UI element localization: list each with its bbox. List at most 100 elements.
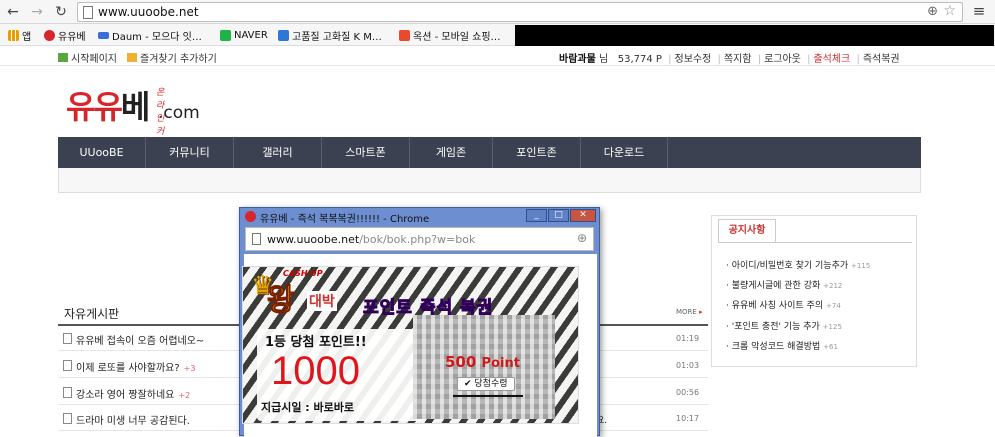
popup-address-bar[interactable]: www.uuoobe.net/bok/bok.php?w=bok ⊕ xyxy=(245,227,594,251)
start-page-label: 시작페이지 xyxy=(71,54,117,65)
address-url[interactable]: www.uuoobe.net xyxy=(98,5,199,19)
start-page-link[interactable]: 시작페이지 xyxy=(58,50,117,65)
bookmark-auction[interactable]: 옥션 - 모바일 쇼핑… xyxy=(399,28,501,43)
username-suffix: 님 xyxy=(599,54,609,65)
uuoobe-favicon-icon xyxy=(44,29,55,41)
logout-link[interactable]: 로그아웃 xyxy=(764,54,801,65)
more-label: MORE xyxy=(676,308,697,316)
claim-prize-button[interactable]: ✔ 당첨수령 xyxy=(457,377,515,391)
post-title[interactable]: 드라마 미생 너무 공감된다. xyxy=(76,416,190,427)
bookmark-label: Daum - 모으다 잇… xyxy=(112,31,202,43)
maximize-button[interactable]: □ xyxy=(548,209,569,222)
banner-cashup: CASH UP xyxy=(283,269,323,278)
main-nav: UUooBE 커뮤니티 갤러리 스마트폰 게임존 포인트존 다운로드 xyxy=(58,137,921,168)
document-icon xyxy=(63,333,72,344)
bookmark-apps[interactable]: 앱 xyxy=(8,28,31,43)
auction-favicon-icon xyxy=(399,29,410,41)
banner-logo-wang: 왕 xyxy=(267,283,296,319)
banner-logo-daebak: 대박 xyxy=(307,291,337,311)
reload-icon[interactable]: ↻ xyxy=(52,3,70,21)
post-time: 01:03 xyxy=(676,361,700,370)
document-icon xyxy=(63,413,72,424)
address-bar[interactable]: www.uuoobe.net ⊕ ☆ xyxy=(77,2,963,22)
minimize-button[interactable]: _ xyxy=(526,209,547,222)
browser-toolbar: ← → ↻ www.uuoobe.net ⊕ ☆ ≡ xyxy=(0,0,995,24)
document-icon xyxy=(63,387,72,398)
prize-amount: 1000 xyxy=(271,349,360,393)
popup-url-path: /bok/bok.php?w=bok xyxy=(359,233,476,246)
notice-title[interactable]: '포인트 충전' 기능 추가 xyxy=(732,322,820,332)
page-icon xyxy=(252,233,261,245)
lottery-popup-window[interactable]: 유유베 - 즉석 복복복권!!!!!! - Chrome _ □ ✕ www.u… xyxy=(239,207,600,437)
nav-item-home[interactable]: UUooBE xyxy=(58,137,146,168)
bookmark-naver[interactable]: NAVER xyxy=(220,28,268,42)
zoom-icon[interactable]: ⊕ xyxy=(927,4,938,19)
list-item[interactable]: · '포인트 충전' 기능 추가 +125 xyxy=(726,319,842,332)
post-title[interactable]: 이제 로또를 사야할까요? xyxy=(76,363,180,374)
nav-item-gamezone[interactable]: 게임존 xyxy=(410,137,493,168)
add-favorite-link[interactable]: 즐겨찾기 추가하기 xyxy=(127,50,217,65)
logo-text-a: 유유 xyxy=(66,88,123,126)
post-time: 01:19 xyxy=(676,334,700,343)
naver-favicon-icon xyxy=(220,29,231,41)
user-points: 53,774 P xyxy=(617,54,662,65)
win-value: 500 xyxy=(445,353,477,371)
bookmark-daum[interactable]: Daum - 모으다 잇… xyxy=(98,28,202,43)
site-logo[interactable]: 유유베 .com 온라인 커뮤니티! xyxy=(66,82,200,176)
list-item[interactable]: · 유유베 사칭 사이트 주의 +74 xyxy=(726,298,841,311)
bookmark-label: 옥션 - 모바일 쇼핑… xyxy=(413,31,501,43)
notice-count: +125 xyxy=(822,323,842,331)
notice-panel: 공지사항 · 아이디/비밀번호 찾기 기능추가 +115 · 불량게시글에 관한… xyxy=(711,215,917,367)
site-topbar: 시작페이지 즐겨찾기 추가하기 바람과물 님 53,774 P | 정보수정 | 쪽… xyxy=(0,46,995,66)
notice-title[interactable]: 아이디/비밀번호 찾기 기능추가 xyxy=(732,261,848,271)
nav-item-smartphone[interactable]: 스마트폰 xyxy=(322,137,410,168)
edit-profile-link[interactable]: 정보수정 xyxy=(675,54,712,65)
nav-item-gallery[interactable]: 갤러리 xyxy=(234,137,322,168)
zoom-icon[interactable]: ⊕ xyxy=(577,231,587,245)
home-icon xyxy=(58,53,68,62)
scratch-lottery-banner: ♛ 왕 CASH UP 대박 포인트 즉석 복권 1등 당첨 포인트!! 100… xyxy=(242,266,579,424)
list-item[interactable]: · 불량게시글에 관한 강화 +212 xyxy=(726,278,842,291)
back-arrow-icon[interactable]: ← xyxy=(4,3,22,21)
post-title[interactable]: 유유베 접속이 오즘 어렵네오~ xyxy=(76,336,204,347)
post-title[interactable]: 강소라 영어 짱잘하네요 xyxy=(76,390,174,401)
logo-text-b: 베 xyxy=(120,88,150,126)
popup-content: ♛ 왕 CASH UP 대박 포인트 즉석 복권 1등 당첨 포인트!! 100… xyxy=(242,254,597,437)
claim-underline xyxy=(453,395,523,397)
nav-item-download[interactable]: 다운로드 xyxy=(581,137,668,168)
messages-link[interactable]: 쪽지함 xyxy=(724,54,752,65)
first-prize-label: 1등 당첨 포인트!! xyxy=(265,335,367,350)
user-menu: 바람과물 님 53,774 P | 정보수정 | 쪽지함 | 로그아웃 | 출석체크 |… xyxy=(559,54,900,65)
win-result: 500 Point xyxy=(445,353,520,371)
board-more-link[interactable]: MORE ▸ xyxy=(676,308,703,316)
board-title[interactable]: 자유게시판 xyxy=(64,305,119,322)
bookmark-star-icon[interactable]: ☆ xyxy=(943,3,956,19)
checkin-link[interactable]: 출석체크 xyxy=(813,54,850,65)
notice-count: +61 xyxy=(823,343,838,351)
notice-title[interactable]: 유유베 사칭 사이트 주의 xyxy=(732,301,823,311)
notice-title[interactable]: 크롬 악성코드 해결방법 xyxy=(732,342,821,352)
list-item[interactable]: · 크롬 악성코드 해결방법 +61 xyxy=(726,339,838,352)
daum-favicon-icon xyxy=(98,31,109,39)
lottery-link[interactable]: 즉석복권 xyxy=(863,54,900,65)
list-item[interactable]: · 아이디/비밀번호 찾기 기능추가 +115 xyxy=(726,258,870,271)
tab-notice[interactable]: 공지사항 xyxy=(718,219,776,243)
notice-count: +212 xyxy=(823,282,843,290)
sub-nav-bar xyxy=(58,168,921,193)
comment-count: +2 xyxy=(178,391,191,400)
bookmark-label: 고품질 고화질 K M… xyxy=(292,31,382,43)
apps-grid-icon xyxy=(8,29,19,41)
menu-icon[interactable]: ≡ xyxy=(970,2,988,22)
forward-arrow-icon[interactable]: → xyxy=(28,3,46,21)
nav-item-pointzone[interactable]: 포인트존 xyxy=(493,137,581,168)
comment-count: +3 xyxy=(183,364,196,373)
more-arrow-icon: ▸ xyxy=(699,308,703,316)
bookmark-kmovie[interactable]: 고품질 고화질 K M… xyxy=(278,28,382,43)
bookmark-uuoobe[interactable]: 유유베 xyxy=(44,28,86,43)
notice-title[interactable]: 불량게시글에 관한 강화 xyxy=(732,281,821,291)
page-icon xyxy=(83,6,93,19)
post-time: 10:17 xyxy=(676,414,700,423)
payment-time: 지급시일 : 바로바로 xyxy=(261,401,355,414)
close-button[interactable]: ✕ xyxy=(570,209,596,222)
nav-item-community[interactable]: 커뮤니티 xyxy=(146,137,234,168)
